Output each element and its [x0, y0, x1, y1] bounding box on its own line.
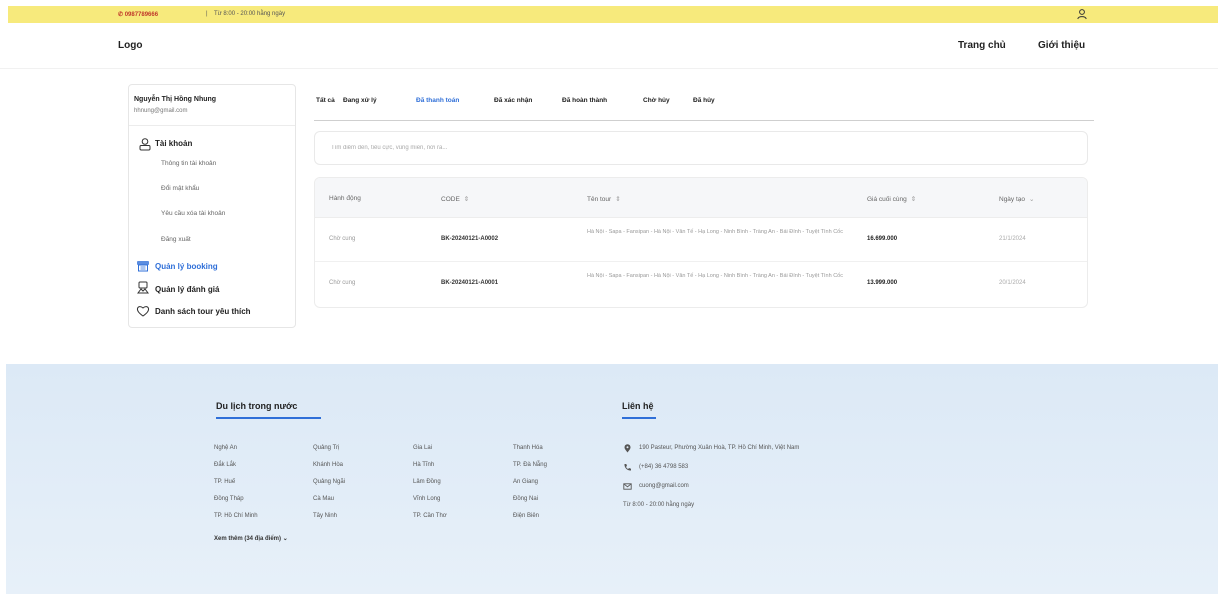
footer-destination-link[interactable]: TP. Huế [214, 479, 235, 485]
footer-address: 190 Pasteur, Phường Xuân Hoà, TP. Hồ Chí… [639, 445, 800, 451]
sidebar-item-reviews[interactable]: Quản lý đánh giá [155, 285, 219, 294]
row-date: 21/1/2024 [999, 236, 1026, 242]
sort-icon: ⇕ [463, 196, 470, 203]
column-header-code-label: CODE [441, 196, 460, 203]
footer-more-link[interactable]: Xem thêm (34 địa điểm) ⌄ [214, 535, 288, 542]
chevron-down-icon: ⌄ [282, 536, 288, 542]
column-header-date[interactable]: Ngày tạo ⌄ [999, 195, 1034, 203]
footer-destination-link[interactable]: Đắk Lắk [214, 462, 236, 468]
topbar-separator: | [206, 11, 208, 17]
nav-about[interactable]: Giới thiệu [1038, 40, 1085, 51]
top-bar: ✆ 0987789666 | Từ 8:00 - 20:00 hằng ngày [8, 6, 1218, 23]
row-price: 13.999.000 [867, 280, 898, 286]
footer-destination-link[interactable]: Lâm Đồng [413, 479, 441, 485]
footer-destination-link[interactable]: TP. Cần Thơ [413, 513, 447, 519]
heart-icon [136, 306, 150, 317]
tab-all[interactable]: Tất cả [316, 97, 335, 104]
footer-destination-link[interactable]: Gia Lai [413, 445, 432, 451]
tab-processing[interactable]: Đang xử lý [343, 97, 377, 104]
phone-icon [624, 464, 631, 471]
sidebar-item-wishlist[interactable]: Danh sách tour yêu thích [155, 307, 251, 316]
sidebar-item-delete-account[interactable]: Yêu cầu xóa tài khoản [161, 210, 225, 217]
column-header-action: Hành động [329, 195, 361, 202]
booking-table: Hành động CODE ⇕ Tên tour ⇕ Giá cuối cùng ⇕… [314, 177, 1088, 308]
column-header-code[interactable]: CODE ⇕ [441, 195, 469, 203]
row-tour-name: Hà Nội - Sapa - Fansipan - Hà Nội - Vân … [587, 229, 843, 235]
user-icon[interactable] [1076, 8, 1088, 20]
footer-domestic-title: Du lịch trong nước [216, 401, 298, 411]
nav-home[interactable]: Trang chủ [958, 40, 1006, 51]
row-action[interactable]: Chờ cung [329, 236, 355, 242]
sidebar-item-change-password[interactable]: Đổi mật khẩu [161, 185, 199, 192]
footer-destination-link[interactable]: TP. Hồ Chí Minh [214, 513, 258, 519]
phone-icon: ✆ [118, 12, 124, 18]
sidebar-item-account[interactable]: Tài khoản [155, 139, 192, 148]
chevron-down-icon: ⌄ [1029, 196, 1035, 203]
topbar-hours: Từ 8:00 - 20:00 hằng ngày [214, 11, 286, 17]
tab-confirmed[interactable]: Đã xác nhận [494, 97, 532, 104]
user-name: Nguyễn Thị Hồng Nhung [134, 96, 217, 103]
footer-destination-link[interactable]: Vĩnh Long [413, 496, 440, 502]
footer-phone[interactable]: (+84) 36 4798 583 [639, 464, 688, 470]
footer-destination-link[interactable]: Điện Biên [513, 513, 539, 519]
mail-icon [623, 483, 632, 490]
topbar-phone[interactable]: ✆ 0987789666 [118, 11, 158, 18]
header-divider [0, 68, 1218, 69]
topbar-phone-number: 0987789666 [124, 12, 159, 18]
sidebar-item-booking[interactable]: Quản lý booking [155, 262, 218, 271]
row-code: BK-20240121-A0002 [441, 236, 499, 242]
footer-more-label: Xem thêm (34 địa điểm) [214, 536, 282, 542]
footer: Du lịch trong nước Nghệ An Đắk Lắk TP. H… [6, 364, 1218, 594]
user-email: hhnung@gmail.com [134, 108, 188, 114]
footer-destination-link[interactable]: Quảng Trị [313, 445, 339, 451]
sidebar-divider [129, 125, 295, 126]
table-header: Hành động CODE ⇕ Tên tour ⇕ Giá cuối cùng ⇕… [315, 178, 1087, 218]
tab-paid[interactable]: Đã thanh toán [416, 97, 459, 104]
column-header-price-label: Giá cuối cùng [867, 196, 907, 203]
row-date: 20/1/2024 [999, 280, 1026, 286]
logo[interactable]: Logo [118, 40, 142, 51]
footer-destination-link[interactable]: Đồng Nai [513, 496, 538, 502]
row-tour-name: Hà Nội - Sapa - Fansipan - Hà Nội - Vân … [587, 273, 843, 279]
column-header-price[interactable]: Giá cuối cùng ⇕ [867, 195, 916, 203]
column-header-tour-label: Tên tour [587, 196, 612, 203]
footer-destination-link[interactable]: Tây Ninh [313, 513, 337, 519]
footer-email[interactable]: cuong@gmail.com [639, 483, 689, 489]
footer-destination-link[interactable]: Đồng Tháp [214, 496, 244, 502]
tab-cancelled[interactable]: Đã hủy [693, 97, 715, 104]
table-row: Chờ cung BK-20240121-A0002 Hà Nội - Sapa… [315, 218, 1087, 262]
footer-destination-link[interactable]: Cà Mau [313, 496, 334, 502]
account-icon [139, 138, 151, 151]
sidebar-item-account-info[interactable]: Thông tin tài khoản [161, 160, 216, 167]
row-code: BK-20240121-A0001 [441, 280, 499, 286]
footer-hours: Từ 8:00 - 20:00 hằng ngày [623, 502, 695, 508]
tab-pending-cancel[interactable]: Chờ hủy [643, 97, 670, 104]
footer-destination-link[interactable]: TP. Đà Nẵng [513, 462, 547, 468]
footer-contact-underline [622, 417, 656, 419]
sidebar-item-logout[interactable]: Đăng xuất [161, 236, 191, 243]
footer-destination-link[interactable]: Hà Tĩnh [413, 462, 434, 468]
sort-icon: ⇕ [615, 196, 621, 203]
tab-completed[interactable]: Đã hoàn thành [562, 97, 607, 104]
footer-destination-link[interactable]: Khánh Hòa [313, 462, 343, 468]
footer-domestic-underline [216, 417, 321, 419]
row-action[interactable]: Chờ cung [329, 280, 355, 286]
footer-destination-link[interactable]: Thanh Hóa [513, 445, 543, 451]
sort-icon: ⇕ [910, 196, 917, 203]
footer-destination-link[interactable]: An Giang [513, 479, 538, 485]
footer-destination-link[interactable]: Nghệ An [214, 445, 237, 451]
location-icon [624, 444, 631, 453]
column-header-tour[interactable]: Tên tour ⇕ [587, 195, 621, 203]
column-header-date-label: Ngày tạo [999, 196, 1026, 203]
footer-contact-title: Liên hệ [622, 401, 654, 411]
review-icon [137, 281, 149, 294]
search-input[interactable] [314, 131, 1088, 165]
row-price: 16.699.000 [867, 236, 898, 242]
table-row: Chờ cung BK-20240121-A0001 Hà Nội - Sapa… [315, 262, 1087, 306]
account-sidebar: Nguyễn Thị Hồng Nhung hhnung@gmail.com T… [128, 84, 296, 328]
footer-destination-link[interactable]: Quảng Ngãi [313, 479, 345, 485]
tabs-divider [314, 120, 1094, 121]
booking-icon [137, 261, 149, 272]
